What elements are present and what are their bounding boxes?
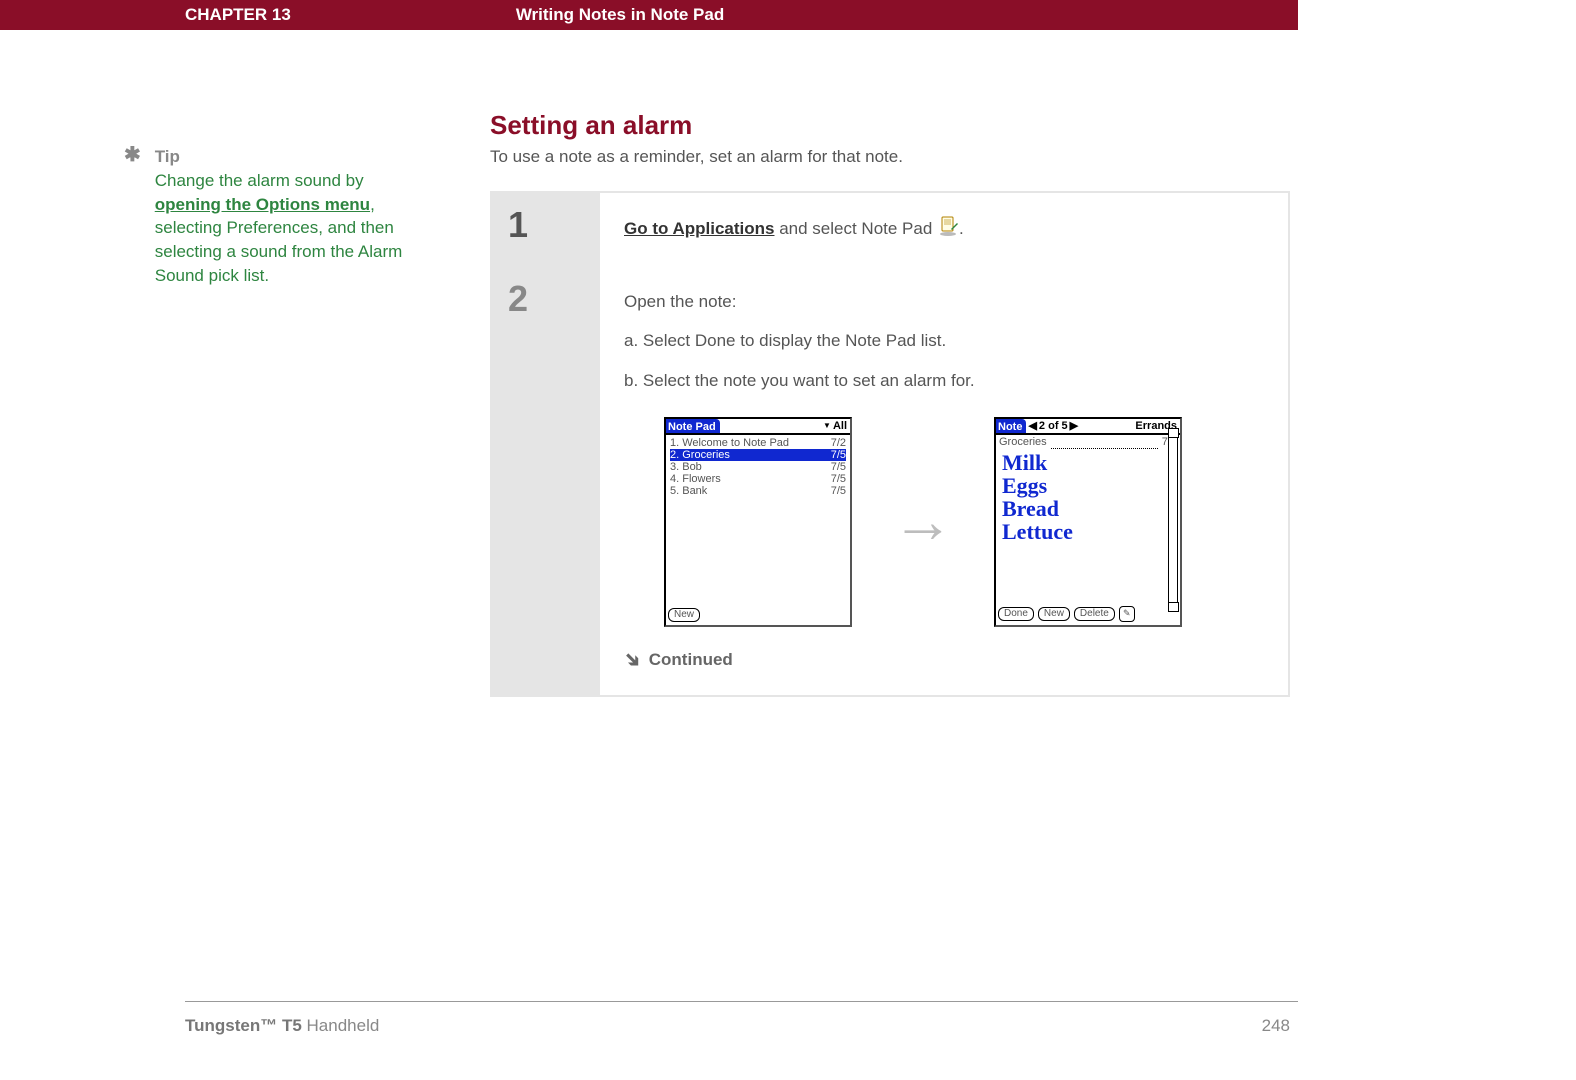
note-title: Groceries (999, 436, 1047, 449)
section-intro: To use a note as a reminder, set an alar… (490, 147, 1290, 167)
note-counter: 2 of 5 (1039, 420, 1068, 432)
new-note-button[interactable]: New (668, 608, 700, 622)
title-underline (1051, 436, 1158, 449)
step-number-1: 1 (508, 207, 600, 243)
category-selector[interactable]: ▼ All (823, 420, 850, 432)
delete-button[interactable]: Delete (1074, 607, 1115, 621)
list-item-selected[interactable]: 2. Groceries7/5 (670, 449, 846, 461)
note-view-screen: Note ◀ 2 of 5 ▶ Errands Groceries 7/5 (994, 417, 1182, 627)
list-item[interactable]: 1. Welcome to Note Pad7/2 (670, 437, 846, 449)
notepad-app-icon (937, 215, 959, 245)
handwriting-line: Eggs (1000, 474, 1166, 497)
handwriting-line: Bread (1000, 497, 1166, 520)
continued-arrow-icon: ➔ (619, 647, 645, 673)
tip-text-pre: Change the alarm sound by (155, 171, 364, 190)
step-2-content: Open the note: a. Select Done to display… (600, 267, 1289, 696)
notepad-list-title: Note Pad (666, 419, 720, 433)
step-1-content: Go to Applications and select Note Pad . (600, 192, 1289, 267)
steps-table: 1 Go to Applications and select Note Pad (490, 191, 1290, 697)
step-1-text: and select Note Pad (774, 219, 937, 238)
page-footer: Tungsten™ T5 Handheld 248 (185, 1016, 1290, 1036)
tip-sidebar: ✱ Tip Change the alarm sound by opening … (124, 110, 490, 697)
notepad-list-screen: Note Pad ▼ All 1. Welcome to Note Pad7/2… (664, 417, 852, 627)
new-button[interactable]: New (1038, 607, 1070, 621)
go-to-applications-link[interactable]: Go to Applications (624, 219, 774, 238)
note-canvas[interactable]: Milk Eggs Bread Lettuce (1000, 451, 1166, 606)
next-note-icon[interactable]: ▶ (1068, 420, 1080, 432)
footer-divider (185, 1001, 1298, 1002)
notepad-list: 1. Welcome to Note Pad7/2 2. Groceries7/… (666, 435, 850, 499)
step-1-tail: . (959, 219, 964, 238)
page-number: 248 (1262, 1016, 1290, 1036)
done-button[interactable]: Done (998, 607, 1034, 621)
note-scrollbar[interactable] (1168, 437, 1178, 603)
step-2b: b. Select the note you want to set an al… (624, 368, 1272, 394)
product-name-bold: Tungsten™ T5 (185, 1016, 302, 1035)
step-number-2: 2 (508, 281, 600, 317)
arrow-right-icon: → (892, 491, 954, 553)
handwriting-line: Lettuce (1000, 520, 1166, 543)
step-2a: a. Select Done to display the Note Pad l… (624, 328, 1272, 354)
step-2-title: Open the note: (624, 289, 1272, 315)
list-item[interactable]: 5. Bank7/5 (670, 485, 846, 497)
pen-settings-icon[interactable]: ✎ (1119, 606, 1135, 622)
prev-note-icon[interactable]: ◀ (1026, 420, 1038, 432)
product-name-rest: Handheld (302, 1016, 380, 1035)
continued-indicator: ➔ Continued (624, 647, 1272, 673)
continued-label: Continued (649, 647, 733, 673)
tip-heading: Tip (155, 147, 180, 166)
list-item[interactable]: 3. Bob7/5 (670, 461, 846, 473)
section-title: Setting an alarm (490, 110, 1290, 141)
list-item[interactable]: 4. Flowers7/5 (670, 473, 846, 485)
handwriting-line: Milk (1000, 451, 1166, 474)
chapter-title: Writing Notes in Note Pad (516, 5, 724, 25)
options-menu-link[interactable]: opening the Options menu (155, 195, 370, 214)
chapter-header: CHAPTER 13 Writing Notes in Note Pad (0, 0, 1298, 30)
note-view-title: Note (996, 419, 1026, 433)
chapter-number: CHAPTER 13 (185, 5, 291, 25)
asterisk-icon: ✱ (124, 145, 142, 165)
